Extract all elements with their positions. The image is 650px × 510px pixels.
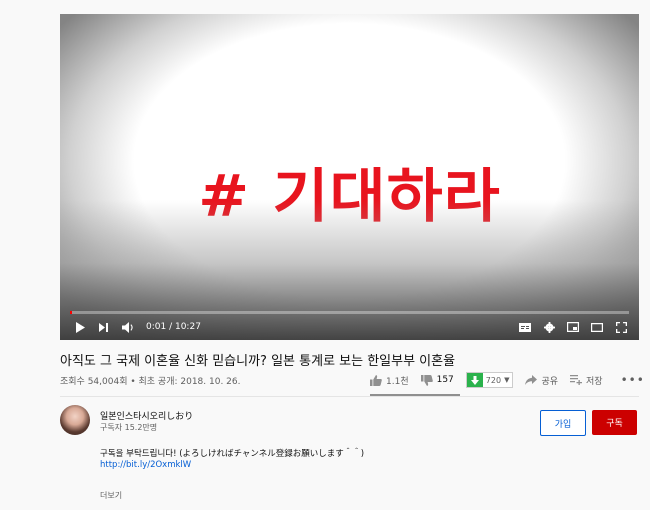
gear-icon xyxy=(543,321,555,333)
join-button[interactable]: 가입 xyxy=(540,410,586,436)
next-button[interactable] xyxy=(92,314,116,340)
time-separator: / xyxy=(166,322,175,332)
chevron-down-icon: ▼ xyxy=(504,376,510,384)
show-more-button[interactable]: 더보기 xyxy=(100,490,122,501)
description-text: 구독을 부탁드립니다! (よろしければチャンネル登録お願いします＾＾) xyxy=(100,449,365,459)
download-arrow-icon xyxy=(466,373,483,387)
theater-icon xyxy=(591,322,603,332)
playlist-add-icon xyxy=(570,375,583,385)
video-meta: 조회수 54,004회 • 최초 공개: 2018. 10. 26. xyxy=(60,377,241,387)
play-button[interactable] xyxy=(68,314,92,340)
play-icon xyxy=(76,321,85,333)
video-player[interactable]: # 기대하라 0:01 / 10:27 xyxy=(60,14,639,340)
download-quality: 720 xyxy=(485,375,502,385)
fullscreen-icon xyxy=(615,321,627,333)
thumbs-down-icon xyxy=(420,374,433,386)
video-actions: 1.1천 157 720 ▼ 공유 저장 ••• xyxy=(370,372,645,388)
more-actions-button[interactable]: ••• xyxy=(621,373,645,387)
captions-button[interactable] xyxy=(513,314,537,340)
fullscreen-button[interactable] xyxy=(609,314,633,340)
channel-avatar[interactable] xyxy=(60,405,90,435)
divider xyxy=(60,396,639,397)
thumbs-up-icon xyxy=(370,374,382,386)
dislike-count: 157 xyxy=(436,375,454,385)
time-display: 0:01 / 10:27 xyxy=(146,322,201,332)
channel-name[interactable]: 일본인스타시오리しおり xyxy=(100,409,193,422)
subscribe-button[interactable]: 구독 xyxy=(592,410,637,435)
volume-icon xyxy=(121,321,133,333)
like-count: 1.1천 xyxy=(386,376,409,387)
save-button[interactable]: 저장 xyxy=(570,374,603,387)
theater-button[interactable] xyxy=(585,314,609,340)
share-label: 공유 xyxy=(541,376,559,387)
like-button[interactable]: 1.1천 xyxy=(370,374,409,387)
share-icon xyxy=(525,375,538,385)
miniplayer-icon xyxy=(567,322,579,332)
time-total: 10:27 xyxy=(174,322,201,332)
description-link[interactable]: http://bit.ly/2OxmklW xyxy=(100,460,191,470)
subscriber-count: 구독자 15.2만명 xyxy=(100,423,158,432)
download-button[interactable]: 720 ▼ xyxy=(465,372,514,388)
dislike-button[interactable]: 157 xyxy=(420,374,454,386)
volume-button[interactable] xyxy=(116,314,140,340)
save-label: 저장 xyxy=(586,376,603,387)
share-button[interactable]: 공유 xyxy=(525,374,558,387)
miniplayer-button[interactable] xyxy=(561,314,585,340)
next-icon xyxy=(99,322,108,332)
captions-icon xyxy=(519,322,531,332)
video-title: 아직도 그 국제 이혼율 신화 믿습니까? 일본 통계로 보는 한일부부 이혼율 xyxy=(60,354,456,369)
player-controls: 0:01 / 10:27 xyxy=(60,314,639,340)
settings-button[interactable] xyxy=(537,314,561,340)
time-current: 0:01 xyxy=(146,322,167,332)
